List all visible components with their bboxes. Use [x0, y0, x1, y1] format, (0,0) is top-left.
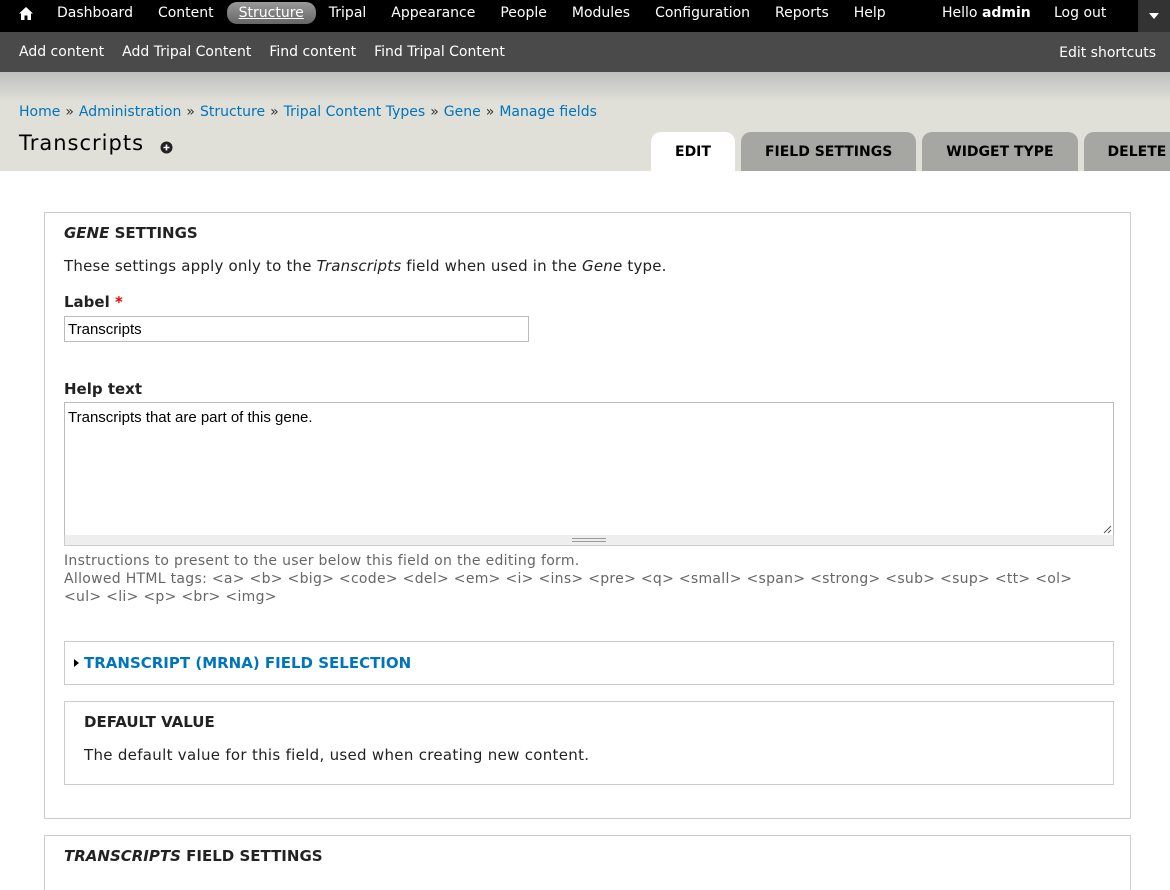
desc-field-name: Transcripts	[316, 257, 402, 275]
desc-part: These settings apply only to the	[64, 257, 317, 275]
breadcrumb-separator: »	[186, 104, 195, 120]
breadcrumb-tripal-content-types[interactable]: Tripal Content Types	[284, 104, 426, 120]
breadcrumb-separator: »	[65, 104, 74, 120]
transcript-selection-toggle[interactable]: TRANSCRIPT (MRNA) FIELD SELECTION	[74, 654, 411, 672]
desc-part: type.	[622, 257, 667, 275]
toolbar-item-reports[interactable]: Reports	[763, 2, 841, 24]
label-input[interactable]	[64, 316, 529, 342]
shortcut-find-content[interactable]: Find content	[260, 44, 365, 60]
breadcrumb-manage-fields[interactable]: Manage fields	[499, 104, 597, 120]
shortcut-add-tripal-content[interactable]: Add Tripal Content	[113, 44, 260, 60]
tab-edit[interactable]: EDIT	[651, 132, 735, 171]
textarea-grippie[interactable]	[64, 535, 1114, 546]
desc-part: field when used in the	[401, 257, 582, 275]
toolbar-item-content[interactable]: Content	[146, 2, 226, 24]
transcript-selection-legend[interactable]: TRANSCRIPT (MRNA) FIELD SELECTION	[84, 654, 411, 672]
caret-down-icon[interactable]	[1138, 0, 1170, 32]
primary-tabs: EDIT FIELD SETTINGS WIDGET TYPE DELETE	[651, 132, 1170, 171]
hello-text: Hello	[942, 5, 978, 21]
user-greeting: Hello admin	[942, 5, 1031, 21]
toolbar-item-tripal[interactable]: Tripal	[317, 2, 379, 24]
shortcut-find-tripal-content[interactable]: Find Tripal Content	[365, 44, 514, 60]
legend-bundle-name: GENE	[64, 224, 110, 242]
home-icon[interactable]	[8, 0, 44, 26]
shortcut-add-content[interactable]: Add content	[10, 44, 113, 60]
tab-delete[interactable]: DELETE	[1083, 132, 1170, 171]
help-text-textarea[interactable]: Transcripts that are part of this gene.	[64, 402, 1114, 536]
edit-shortcuts-link[interactable]: Edit shortcuts	[1059, 45, 1156, 61]
breadcrumb: Home» Administration» Structure» Tripal Con…	[19, 104, 597, 120]
desc-type-name: Gene	[582, 257, 623, 275]
required-marker: *	[114, 293, 123, 311]
legend-suffix: SETTINGS	[109, 224, 198, 242]
toolbar-item-help[interactable]: Help	[842, 2, 898, 24]
default-value-description: The default value for this field, used w…	[84, 746, 590, 764]
help-text-label: Help text	[64, 380, 143, 398]
breadcrumb-separator: »	[430, 104, 439, 120]
logout-link[interactable]: Log out	[1054, 5, 1106, 21]
gene-settings-description: These settings apply only to the Transcr…	[64, 257, 667, 275]
label-text: Label	[64, 293, 110, 311]
legend-suffix: FIELD SETTINGS	[180, 847, 323, 865]
legend-field-name: TRANSCRIPTS	[64, 847, 181, 865]
tab-widget-type[interactable]: WIDGET TYPE	[922, 132, 1078, 171]
admin-toolbar: Dashboard Content Structure Tripal Appea…	[0, 0, 1170, 32]
breadcrumb-separator: »	[485, 104, 495, 120]
toolbar-item-dashboard[interactable]: Dashboard	[45, 2, 145, 24]
allowed-html-tags: Allowed HTML tags: <a> <b> <big> <code> …	[64, 571, 1073, 587]
gene-settings-legend: GENE SETTINGS	[64, 224, 198, 242]
toolbar-item-modules[interactable]: Modules	[560, 2, 642, 24]
toolbar-item-structure[interactable]: Structure	[226, 2, 316, 24]
toolbar-menu: Dashboard Content Structure Tripal Appea…	[45, 0, 899, 26]
username-link[interactable]: admin	[982, 5, 1031, 21]
toolbar-item-configuration[interactable]: Configuration	[643, 2, 762, 24]
breadcrumb-administration[interactable]: Administration	[79, 104, 181, 120]
field-settings-legend: TRANSCRIPTS FIELD SETTINGS	[64, 847, 323, 865]
shortcuts-bar: Add content Add Tripal Content Find cont…	[0, 32, 1170, 72]
page-title: Transcripts	[19, 131, 145, 155]
help-text-description: Instructions to present to the user belo…	[64, 553, 580, 569]
breadcrumb-home[interactable]: Home	[19, 104, 60, 120]
breadcrumb-separator: »	[270, 104, 279, 120]
tab-field-settings[interactable]: FIELD SETTINGS	[740, 132, 917, 171]
toolbar-item-people[interactable]: People	[488, 2, 559, 24]
default-value-fieldset	[64, 701, 1114, 785]
toolbar-item-appearance[interactable]: Appearance	[379, 2, 487, 24]
default-value-legend: DEFAULT VALUE	[84, 713, 215, 731]
breadcrumb-gene[interactable]: Gene	[444, 104, 481, 120]
resize-handle-icon[interactable]	[1103, 522, 1112, 534]
triangle-right-icon	[74, 659, 79, 667]
label-field-label: Label *	[64, 293, 123, 311]
allowed-html-tags-continued: <ul> <li> <p> <br> <img>	[64, 589, 277, 605]
add-shortcut-icon[interactable]	[160, 141, 173, 154]
breadcrumb-structure[interactable]: Structure	[200, 104, 265, 120]
grippie-mark	[572, 538, 606, 542]
